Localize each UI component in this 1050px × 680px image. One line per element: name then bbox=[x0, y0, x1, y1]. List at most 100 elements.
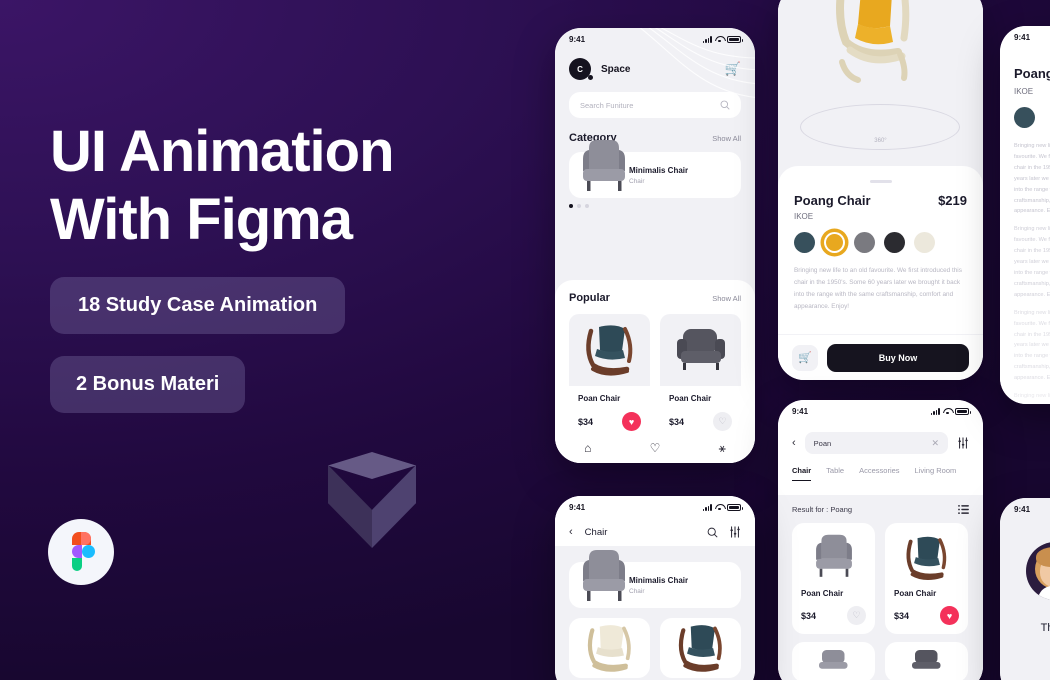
wifi-icon bbox=[943, 408, 952, 415]
favourite-button[interactable]: ♥ bbox=[622, 412, 641, 431]
promo-stage: UI Animation With Figma 18 Study Case An… bbox=[0, 0, 1050, 680]
filter-icon[interactable] bbox=[729, 526, 741, 538]
result-price: $34 bbox=[894, 610, 910, 621]
tab-table[interactable]: Table bbox=[826, 466, 844, 481]
color-swatch-amber-selected[interactable] bbox=[824, 232, 845, 253]
peek-description-3: Bringing new life to an old favourite. W… bbox=[1014, 309, 1050, 382]
category-tabs: Chair Table Accessories Living Room bbox=[778, 466, 983, 481]
heart-icon[interactable]: ♡ bbox=[650, 441, 661, 455]
phone-peek-detail: 9:41 Poang IKOE Bringing new life to an … bbox=[1000, 26, 1050, 404]
dot-3[interactable] bbox=[585, 204, 589, 208]
figma-logo-icon bbox=[48, 519, 114, 585]
peek-description-4: Bringing new life to an old favourite. W… bbox=[1014, 393, 1050, 404]
person-icon[interactable]: ⚹ bbox=[719, 441, 726, 456]
back-icon[interactable]: ‹ bbox=[792, 437, 796, 449]
favourite-button[interactable]: ♡ bbox=[713, 412, 732, 431]
result-price-row: $34 ♡ bbox=[801, 606, 866, 625]
poang-chair-yellow-image bbox=[836, 0, 910, 83]
category-card-name: Minimalis Chair bbox=[629, 165, 689, 175]
listing-screen: 9:41 ‹ Chair Minimalis Chair Chair bbox=[555, 496, 755, 680]
detail-actions: 🛒 Buy Now bbox=[778, 334, 983, 380]
popular-list: Poan Chair $34 ♥ Poan Chair $34 ♡ bbox=[569, 314, 741, 441]
recliner-chair-image bbox=[676, 329, 725, 370]
drag-handle[interactable] bbox=[869, 180, 892, 183]
rotate-label: 360° bbox=[874, 138, 887, 144]
popular-title: Popular bbox=[569, 292, 610, 304]
result-label: Result for : Poang bbox=[792, 505, 853, 514]
battery-icon bbox=[727, 35, 743, 43]
battery-icon bbox=[727, 503, 743, 511]
listing-card[interactable] bbox=[569, 618, 650, 678]
status-time: 9:41 bbox=[1014, 504, 1031, 514]
product-name: Poan Chair bbox=[578, 394, 621, 403]
back-icon[interactable]: ‹ bbox=[569, 526, 573, 538]
peek-color-swatch[interactable] bbox=[1014, 107, 1035, 128]
isometric-cube-icon bbox=[328, 452, 416, 548]
home-icon[interactable]: ⌂ bbox=[584, 441, 591, 455]
status-indicators bbox=[702, 503, 743, 511]
signal-icon bbox=[702, 503, 712, 511]
search-input[interactable]: Poan ✕ bbox=[804, 432, 948, 454]
result-image-wrap bbox=[801, 532, 866, 584]
tab-chair[interactable]: Chair bbox=[792, 466, 812, 481]
result-card[interactable]: Poan Chair $34 ♥ bbox=[885, 523, 968, 634]
peek-description-1: Bringing new life to an old favourite. W… bbox=[1014, 143, 1050, 215]
product-name: Poan Chair bbox=[669, 394, 712, 403]
clear-icon[interactable]: ✕ bbox=[931, 438, 939, 449]
home-screen: 9:41 C Space 🛒 Search Funiture Category … bbox=[555, 28, 755, 463]
peek-description-2: Bringing new life to an old favourite. W… bbox=[1014, 226, 1050, 298]
search-icon[interactable] bbox=[707, 527, 718, 538]
result-price-row: $34 ♥ bbox=[894, 606, 959, 625]
filter-icon[interactable] bbox=[957, 437, 969, 449]
favourite-button[interactable]: ♡ bbox=[847, 606, 866, 625]
product-brand: IKOE bbox=[794, 212, 814, 221]
color-swatch-cream[interactable] bbox=[914, 232, 935, 253]
list-view-icon[interactable] bbox=[958, 505, 969, 514]
chair-image bbox=[818, 650, 847, 669]
poang-chair-teal-image bbox=[678, 625, 722, 672]
featured-card-wrap: Minimalis Chair Chair bbox=[555, 546, 755, 608]
listing-card[interactable] bbox=[660, 618, 741, 678]
product-price: $34 bbox=[578, 416, 594, 427]
product-card[interactable]: Poan Chair $34 ♡ bbox=[660, 314, 741, 441]
promo-text-block: UI Animation With Figma 18 Study Case An… bbox=[50, 118, 520, 413]
tab-accessories[interactable]: Accessories bbox=[859, 466, 899, 481]
product-card[interactable]: Poan Chair $34 ♥ bbox=[569, 314, 650, 441]
results-grid: Poan Chair $34 ♡ Poan Chair $34 ♥ bbox=[792, 523, 969, 634]
phone-listing-screen: 9:41 ‹ Chair Minimalis Chair Chair bbox=[555, 496, 755, 680]
result-price: $34 bbox=[801, 610, 817, 621]
dot-1[interactable] bbox=[569, 204, 573, 208]
color-swatch-black[interactable] bbox=[884, 232, 905, 253]
results-grid-row-2 bbox=[792, 642, 969, 680]
peek-greeting: There bbox=[1040, 622, 1050, 634]
favourite-button[interactable]: ♥ bbox=[940, 606, 959, 625]
badge-row-1: 18 Study Case Animation bbox=[50, 255, 520, 334]
peek-detail-screen: 9:41 Poang IKOE Bringing new life to an … bbox=[1000, 26, 1050, 404]
result-card[interactable]: Poan Chair $34 ♡ bbox=[792, 523, 875, 634]
carousel-dots[interactable] bbox=[569, 204, 741, 208]
color-swatch-gray[interactable] bbox=[854, 232, 875, 253]
buy-now-button[interactable]: Buy Now bbox=[827, 343, 969, 372]
color-swatch-teal[interactable] bbox=[794, 232, 815, 253]
detail-hero: 360° bbox=[778, 0, 983, 180]
results-panel: Result for : Poang Poan Chair $34 ♡ Poan… bbox=[778, 495, 983, 680]
result-name: Poan Chair bbox=[894, 589, 937, 598]
tab-living-room[interactable]: Living Room bbox=[915, 466, 957, 481]
result-card[interactable] bbox=[792, 642, 875, 680]
add-to-cart-button[interactable]: 🛒 bbox=[792, 344, 818, 371]
listing-actions bbox=[707, 526, 741, 538]
avatar-icon[interactable] bbox=[1026, 542, 1050, 600]
dot-2[interactable] bbox=[577, 204, 581, 208]
status-bar: 9:41 bbox=[1000, 26, 1050, 48]
figma-blue-shape bbox=[82, 545, 95, 558]
search-query: Poan bbox=[813, 438, 832, 448]
product-title: Poang Chair bbox=[794, 193, 871, 208]
listing-header: ‹ Chair bbox=[555, 518, 755, 538]
category-show-all[interactable]: Show All bbox=[712, 134, 741, 143]
cube-right-face bbox=[372, 465, 416, 548]
product-image-wrap bbox=[569, 314, 650, 386]
phone-home-screen: 9:41 C Space 🛒 Search Funiture Category … bbox=[555, 28, 755, 463]
result-card[interactable] bbox=[885, 642, 968, 680]
featured-sub: Chair bbox=[629, 587, 645, 595]
popular-show-all[interactable]: Show All bbox=[712, 294, 741, 303]
